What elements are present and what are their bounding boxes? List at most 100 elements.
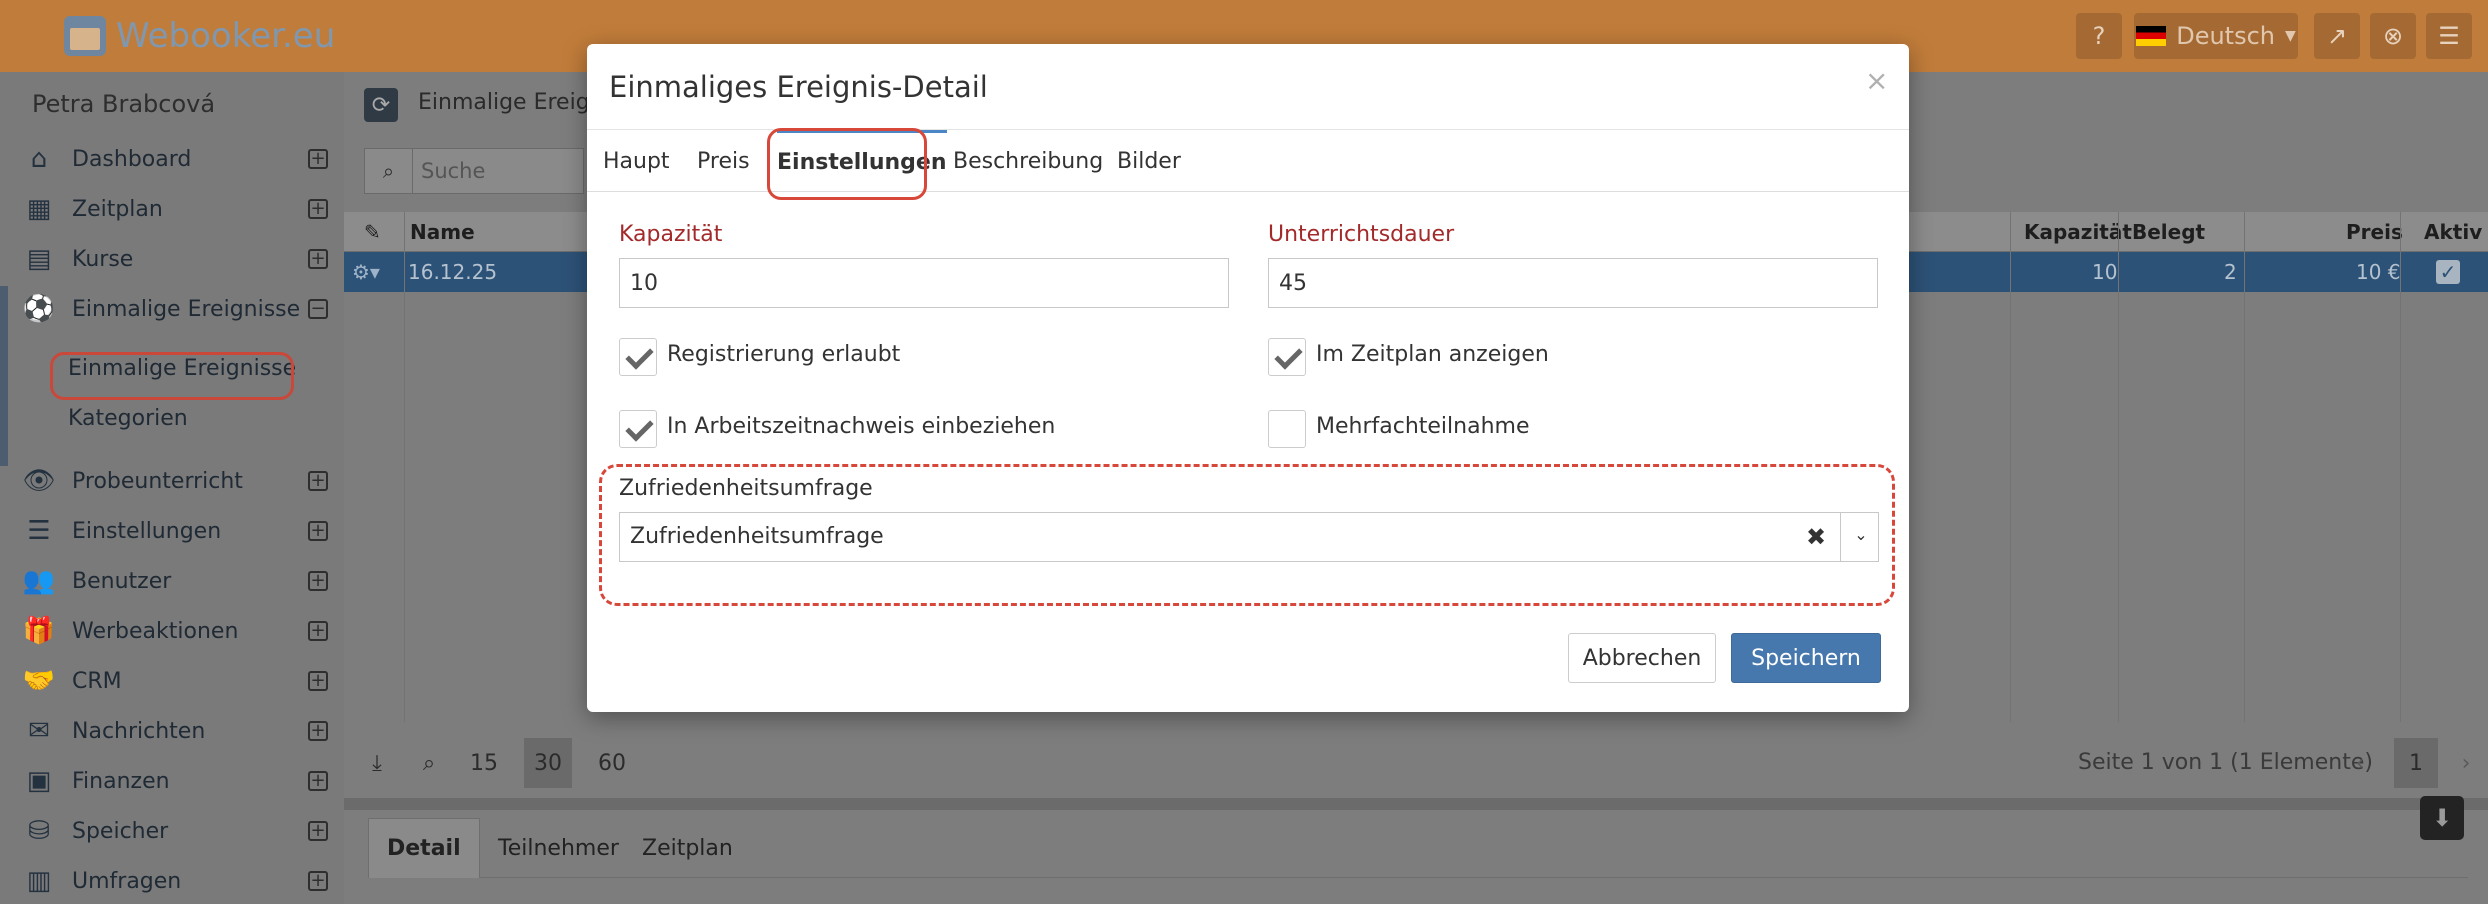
expand-icon[interactable]: +: [308, 199, 328, 219]
sidebar-item-label: Kurse: [72, 246, 134, 272]
checkbox-label: Registrierung erlaubt: [667, 342, 901, 367]
expand-icon[interactable]: +: [308, 621, 328, 641]
show-in-schedule-checkbox[interactable]: [1268, 338, 1306, 376]
refresh-button[interactable]: ⟳: [364, 88, 398, 122]
modal-header: Einmaliges Ereignis-Detail ×: [587, 44, 1909, 130]
sidebar-item-dashboard[interactable]: ⌂ Dashboard +: [0, 134, 344, 184]
tab-preis[interactable]: Preis: [697, 130, 750, 192]
search-box: ⌕: [364, 148, 584, 194]
tab-detail[interactable]: Detail: [368, 818, 480, 878]
download-icon[interactable]: ⤓: [356, 738, 398, 788]
annotation-highlight: [767, 128, 927, 200]
checkbox-label: Im Zeitplan anzeigen: [1316, 342, 1549, 367]
split-divider[interactable]: [344, 798, 2488, 810]
cell-price: 10 €: [2356, 260, 2401, 284]
scroll-down-button[interactable]: ⬇: [2420, 796, 2464, 840]
sidebar-item-speicher[interactable]: ⛁ Speicher +: [0, 806, 344, 856]
sidebar-item-umfragen[interactable]: ▥ Umfragen +: [0, 856, 344, 904]
expand-icon[interactable]: +: [308, 671, 328, 691]
book-icon: ▤: [26, 244, 52, 274]
expand-icon[interactable]: +: [308, 821, 328, 841]
sidebar-item-einstellungen[interactable]: ☰ Einstellungen +: [0, 506, 344, 556]
column-header-capacity[interactable]: Kapazität: [2024, 220, 2132, 244]
sidebar-item-probeunterricht[interactable]: 👁 Probeunterricht +: [0, 456, 344, 506]
multiple-participation-checkbox[interactable]: [1268, 410, 1306, 448]
sidebar-item-zeitplan[interactable]: ▦ Zeitplan +: [0, 184, 344, 234]
detail-tabs: Detail Teilnehmer Zeitplan: [368, 818, 2468, 878]
page-size-60[interactable]: 60: [588, 738, 636, 788]
page-number[interactable]: 1: [2394, 738, 2438, 788]
survey-label: Zufriedenheitsumfrage: [619, 476, 873, 501]
expand-icon[interactable]: +: [308, 471, 328, 491]
collapse-icon[interactable]: −: [308, 299, 328, 319]
page-size-30[interactable]: 30: [524, 738, 572, 788]
sidebar-item-werbeaktionen[interactable]: 🎁 Werbeaktionen +: [0, 606, 344, 656]
sidebar-item-label: Werbeaktionen: [72, 618, 239, 644]
chevron-left-icon[interactable]: ‹: [2342, 738, 2378, 788]
soccer-ball-icon: ⚽: [22, 294, 56, 324]
clear-icon[interactable]: ✖: [1806, 523, 1826, 551]
chevron-down-icon[interactable]: ⌄: [1846, 525, 1876, 544]
brand-logo[interactable]: Webooker.eu: [64, 12, 335, 60]
expand-icon[interactable]: +: [308, 149, 328, 169]
user-name: Petra Brabcová: [32, 90, 216, 118]
tab-zeitplan[interactable]: Zeitplan: [624, 818, 751, 878]
column-divider: [404, 212, 405, 722]
chevron-right-icon[interactable]: ›: [2448, 738, 2484, 788]
tab-bilder[interactable]: Bilder: [1117, 130, 1181, 192]
menu-button[interactable]: ☰: [2426, 13, 2472, 59]
arrow-down-circle-icon: ⬇: [2431, 804, 2453, 832]
sidebar-item-finanzen[interactable]: ▣ Finanzen +: [0, 756, 344, 806]
expand-icon[interactable]: +: [308, 249, 328, 269]
close-circle-icon: ⊗: [2382, 22, 2404, 50]
expand-icon[interactable]: +: [308, 571, 328, 591]
sidebar-subitem-kategorien[interactable]: Kategorien: [68, 406, 188, 431]
event-detail-modal: Einmaliges Ereignis-Detail × Haupt Preis…: [587, 44, 1909, 712]
column-header-name[interactable]: Name: [410, 220, 475, 244]
column-divider: [2400, 212, 2401, 722]
save-button[interactable]: Speichern: [1731, 633, 1881, 683]
sidebar-item-einmalige-ereignisse[interactable]: ⚽ Einmalige Ereignisse −: [0, 284, 344, 334]
help-button[interactable]: ?: [2076, 13, 2122, 59]
survey-select[interactable]: Zufriedenheitsumfrage ✖ ⌄: [619, 512, 1879, 562]
duration-input[interactable]: [1268, 258, 1878, 308]
money-icon: ▣: [26, 766, 52, 796]
sidebar-item-kurse[interactable]: ▤ Kurse +: [0, 234, 344, 284]
cell-booked: 2: [2224, 260, 2237, 284]
tab-beschreibung[interactable]: Beschreibung: [953, 130, 1103, 192]
envelope-icon: ✉: [28, 716, 50, 746]
checkbox-label: Mehrfachteilnahme: [1316, 414, 1530, 439]
expand-icon[interactable]: +: [308, 521, 328, 541]
column-header-active[interactable]: Aktiv: [2424, 220, 2482, 244]
search-input[interactable]: [413, 159, 573, 183]
sidebar-item-benutzer[interactable]: 👥 Benutzer +: [0, 556, 344, 606]
registration-allowed-checkbox[interactable]: [619, 338, 657, 376]
edit-column-icon: ✎: [364, 220, 381, 244]
sidebar-item-label: Nachrichten: [72, 718, 206, 744]
sidebar-item-label: Einstellungen: [72, 518, 222, 544]
sidebar-item-label: CRM: [72, 668, 122, 694]
column-header-price[interactable]: Preis: [2346, 220, 2403, 244]
tab-teilnehmer[interactable]: Teilnehmer: [480, 818, 637, 878]
sidebar-item-crm[interactable]: 🤝 CRM +: [0, 656, 344, 706]
column-header-booked[interactable]: Belegt: [2132, 220, 2205, 244]
tab-haupt[interactable]: Haupt: [603, 130, 670, 192]
server-icon: ☰: [27, 516, 51, 546]
sidebar-item-nachrichten[interactable]: ✉ Nachrichten +: [0, 706, 344, 756]
chart-icon: ▥: [26, 866, 52, 896]
question-icon: ?: [2092, 22, 2106, 50]
page-size-15[interactable]: 15: [460, 738, 508, 788]
cancel-button[interactable]: Abbrechen: [1568, 633, 1716, 683]
search-icon[interactable]: ⌕: [408, 738, 450, 788]
expand-icon[interactable]: +: [308, 721, 328, 741]
expand-icon[interactable]: +: [308, 771, 328, 791]
gear-icon[interactable]: ⚙▾: [352, 260, 380, 284]
external-link-button[interactable]: ↗: [2314, 13, 2360, 59]
capacity-input[interactable]: [619, 258, 1229, 308]
close-icon[interactable]: ×: [1865, 64, 1888, 97]
language-dropdown[interactable]: Deutsch ▼: [2134, 13, 2298, 59]
timesheet-checkbox[interactable]: [619, 410, 657, 448]
sidebar-item-label: Benutzer: [72, 568, 172, 594]
logout-button[interactable]: ⊗: [2370, 13, 2416, 59]
expand-icon[interactable]: +: [308, 871, 328, 891]
